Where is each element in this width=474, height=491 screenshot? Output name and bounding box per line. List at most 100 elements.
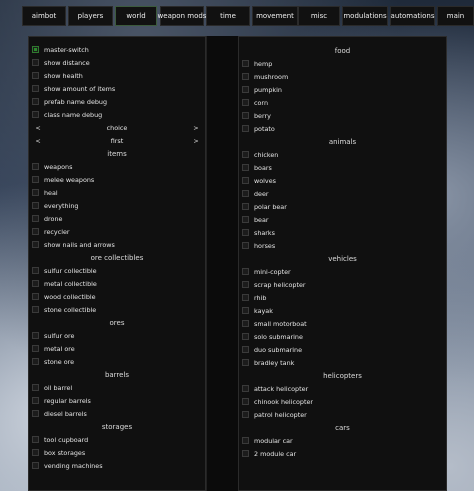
chevron-right-icon[interactable]: > — [191, 124, 201, 132]
checkbox[interactable] — [242, 203, 249, 210]
checkbox[interactable] — [242, 320, 249, 327]
checkbox[interactable] — [32, 59, 39, 66]
option-hemp[interactable]: hemp — [239, 57, 446, 70]
tab-aimbot[interactable]: aimbot — [22, 6, 66, 26]
option-duo-submarine[interactable]: duo submarine — [239, 343, 446, 356]
option-pumpkin[interactable]: pumpkin — [239, 83, 446, 96]
option-modular-car[interactable]: modular car — [239, 434, 446, 447]
checkbox[interactable] — [242, 307, 249, 314]
checkbox[interactable] — [242, 151, 249, 158]
checkbox[interactable] — [32, 215, 39, 222]
checkbox[interactable] — [242, 99, 249, 106]
checkbox[interactable] — [242, 125, 249, 132]
option-boars[interactable]: boars — [239, 161, 446, 174]
option-tool-cupboard[interactable]: tool cupboard — [29, 433, 205, 446]
option-berry[interactable]: berry — [239, 109, 446, 122]
option-sulfur-collectible[interactable]: sulfur collectible — [29, 264, 205, 277]
checkbox[interactable] — [242, 437, 249, 444]
checkbox[interactable] — [32, 462, 39, 469]
checkbox[interactable] — [32, 111, 39, 118]
option-attack-helicopter[interactable]: attack helicopter — [239, 382, 446, 395]
checkbox[interactable] — [32, 267, 39, 274]
option-2-module-car[interactable]: 2 module car — [239, 447, 446, 460]
option-prefab-name-debug[interactable]: prefab name debug — [29, 95, 205, 108]
option-show-amount-of-items[interactable]: show amount of items — [29, 82, 205, 95]
checkbox[interactable] — [32, 189, 39, 196]
option-show-distance[interactable]: show distance — [29, 56, 205, 69]
checkbox[interactable] — [32, 358, 39, 365]
checkbox[interactable] — [242, 73, 249, 80]
option-drone[interactable]: drone — [29, 212, 205, 225]
option-oil-barrel[interactable]: oil barrel — [29, 381, 205, 394]
option-horses[interactable]: horses — [239, 239, 446, 252]
option-chicken[interactable]: chicken — [239, 148, 446, 161]
option-metal-collectible[interactable]: metal collectible — [29, 277, 205, 290]
checkbox[interactable] — [32, 202, 39, 209]
tab-time[interactable]: time — [206, 6, 250, 26]
option-weapons[interactable]: weapons — [29, 160, 205, 173]
checkbox[interactable] — [242, 450, 249, 457]
checkbox[interactable] — [32, 85, 39, 92]
tab-players[interactable]: players — [68, 6, 113, 26]
checkbox[interactable] — [242, 177, 249, 184]
option-bradley-tank[interactable]: bradley tank — [239, 356, 446, 369]
option-bear[interactable]: bear — [239, 213, 446, 226]
tab-movement[interactable]: movement — [252, 6, 298, 26]
checkbox[interactable] — [32, 241, 39, 248]
checkbox[interactable] — [242, 216, 249, 223]
checkbox[interactable] — [242, 112, 249, 119]
checkbox[interactable] — [242, 190, 249, 197]
checkbox[interactable] — [242, 268, 249, 275]
checkbox[interactable] — [242, 281, 249, 288]
option-class-name-debug[interactable]: class name debug — [29, 108, 205, 121]
chevron-left-icon[interactable]: < — [33, 137, 43, 145]
option-deer[interactable]: deer — [239, 187, 446, 200]
option-scrap-helicopter[interactable]: scrap helicopter — [239, 278, 446, 291]
tab-automations[interactable]: automations — [390, 6, 435, 26]
option-vending-machines[interactable]: vending machines — [29, 459, 205, 472]
option-master-switch[interactable]: master-switch — [29, 43, 205, 56]
checkbox[interactable] — [242, 86, 249, 93]
tab-weapon-mods[interactable]: weapon mods — [158, 6, 206, 26]
checkbox[interactable] — [32, 46, 39, 53]
tab-misc[interactable]: misc — [298, 6, 340, 26]
chevron-left-icon[interactable]: < — [33, 124, 43, 132]
option-heal[interactable]: heal — [29, 186, 205, 199]
checkbox[interactable] — [32, 280, 39, 287]
checkbox[interactable] — [242, 385, 249, 392]
chevron-right-icon[interactable]: > — [191, 137, 201, 145]
tab-main[interactable]: main — [437, 6, 474, 26]
checkbox[interactable] — [32, 384, 39, 391]
checkbox[interactable] — [242, 229, 249, 236]
option-potato[interactable]: potato — [239, 122, 446, 135]
option-wolves[interactable]: wolves — [239, 174, 446, 187]
option-melee-weapons[interactable]: melee weapons — [29, 173, 205, 186]
checkbox[interactable] — [242, 398, 249, 405]
option-box-storages[interactable]: box storages — [29, 446, 205, 459]
option-sharks[interactable]: sharks — [239, 226, 446, 239]
option-polar-bear[interactable]: polar bear — [239, 200, 446, 213]
checkbox[interactable] — [32, 397, 39, 404]
option-patrol-helicopter[interactable]: patrol helicopter — [239, 408, 446, 421]
checkbox[interactable] — [32, 306, 39, 313]
tab-modulations[interactable]: modulations — [342, 6, 388, 26]
checkbox[interactable] — [242, 333, 249, 340]
checkbox[interactable] — [242, 294, 249, 301]
checkbox[interactable] — [32, 332, 39, 339]
option-regular-barrels[interactable]: regular barrels — [29, 394, 205, 407]
checkbox[interactable] — [32, 345, 39, 352]
checkbox[interactable] — [32, 449, 39, 456]
option-solo-submarine[interactable]: solo submarine — [239, 330, 446, 343]
option-corn[interactable]: corn — [239, 96, 446, 109]
option-wood-collectible[interactable]: wood collectible — [29, 290, 205, 303]
checkbox[interactable] — [32, 410, 39, 417]
checkbox[interactable] — [32, 436, 39, 443]
checkbox[interactable] — [242, 242, 249, 249]
option-mushroom[interactable]: mushroom — [239, 70, 446, 83]
option-stone-collectible[interactable]: stone collectible — [29, 303, 205, 316]
checkbox[interactable] — [242, 60, 249, 67]
option-mini-copter[interactable]: mini-copter — [239, 265, 446, 278]
option-chinook-helicopter[interactable]: chinook helicopter — [239, 395, 446, 408]
checkbox[interactable] — [32, 98, 39, 105]
option-diesel-barrels[interactable]: diesel barrels — [29, 407, 205, 420]
